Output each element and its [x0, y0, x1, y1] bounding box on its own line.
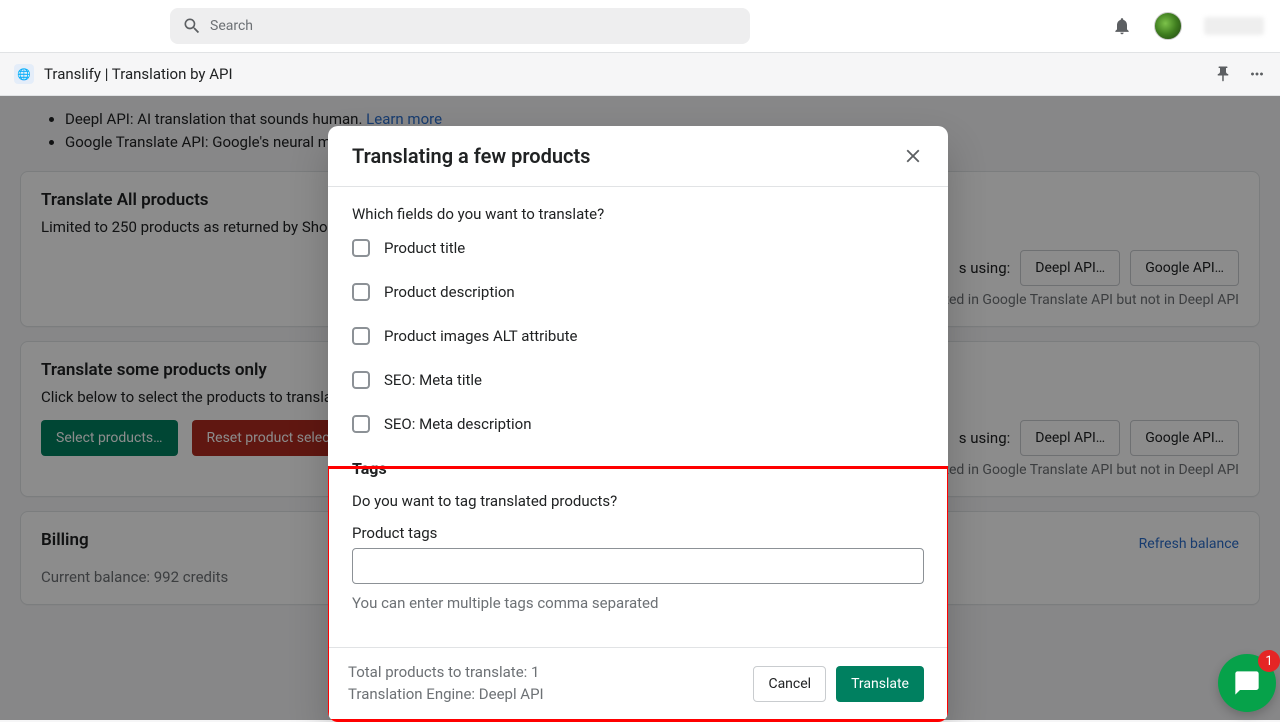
translate-button[interactable]: Translate — [836, 666, 924, 702]
tags-heading: Tags — [352, 459, 924, 478]
translate-modal: Translating a few products Which fields … — [328, 126, 948, 722]
search-icon — [182, 16, 202, 36]
fields-question: Which fields do you want to translate? — [352, 205, 924, 223]
avatar[interactable] — [1154, 12, 1182, 40]
chat-icon — [1233, 669, 1261, 697]
chat-button[interactable]: 1 — [1218, 654, 1276, 712]
checkbox-seo-title[interactable] — [352, 371, 370, 389]
tags-label: Product tags — [352, 524, 924, 542]
app-title: Translify | Translation by API — [44, 65, 233, 83]
user-name — [1204, 17, 1264, 35]
checkbox-seo-description[interactable] — [352, 415, 370, 433]
checkbox-product-title[interactable] — [352, 239, 370, 257]
checkbox-label: Product title — [384, 239, 465, 257]
footer-engine: Translation Engine: Deepl API — [348, 684, 544, 706]
notifications-icon[interactable] — [1112, 16, 1132, 36]
checkbox-label: SEO: Meta description — [384, 415, 532, 433]
pin-icon[interactable] — [1214, 65, 1232, 83]
modal-title: Translating a few products — [352, 144, 590, 168]
tags-question: Do you want to tag translated products? — [352, 492, 924, 510]
tags-hint: You can enter multiple tags comma separa… — [352, 594, 924, 612]
product-tags-input[interactable] — [352, 548, 924, 584]
checkbox-product-description[interactable] — [352, 283, 370, 301]
app-icon: 🌐 — [14, 64, 34, 84]
search-placeholder: Search — [210, 18, 253, 34]
checkbox-product-alt[interactable] — [352, 327, 370, 345]
close-icon[interactable] — [902, 145, 924, 167]
checkbox-label: SEO: Meta title — [384, 371, 482, 389]
cancel-button[interactable]: Cancel — [753, 666, 826, 702]
checkbox-label: Product images ALT attribute — [384, 327, 577, 345]
checkbox-label: Product description — [384, 283, 515, 301]
more-icon[interactable] — [1248, 65, 1266, 83]
footer-total: Total products to translate: 1 — [348, 662, 544, 684]
global-search[interactable]: Search — [170, 8, 750, 44]
chat-badge: 1 — [1258, 650, 1280, 672]
